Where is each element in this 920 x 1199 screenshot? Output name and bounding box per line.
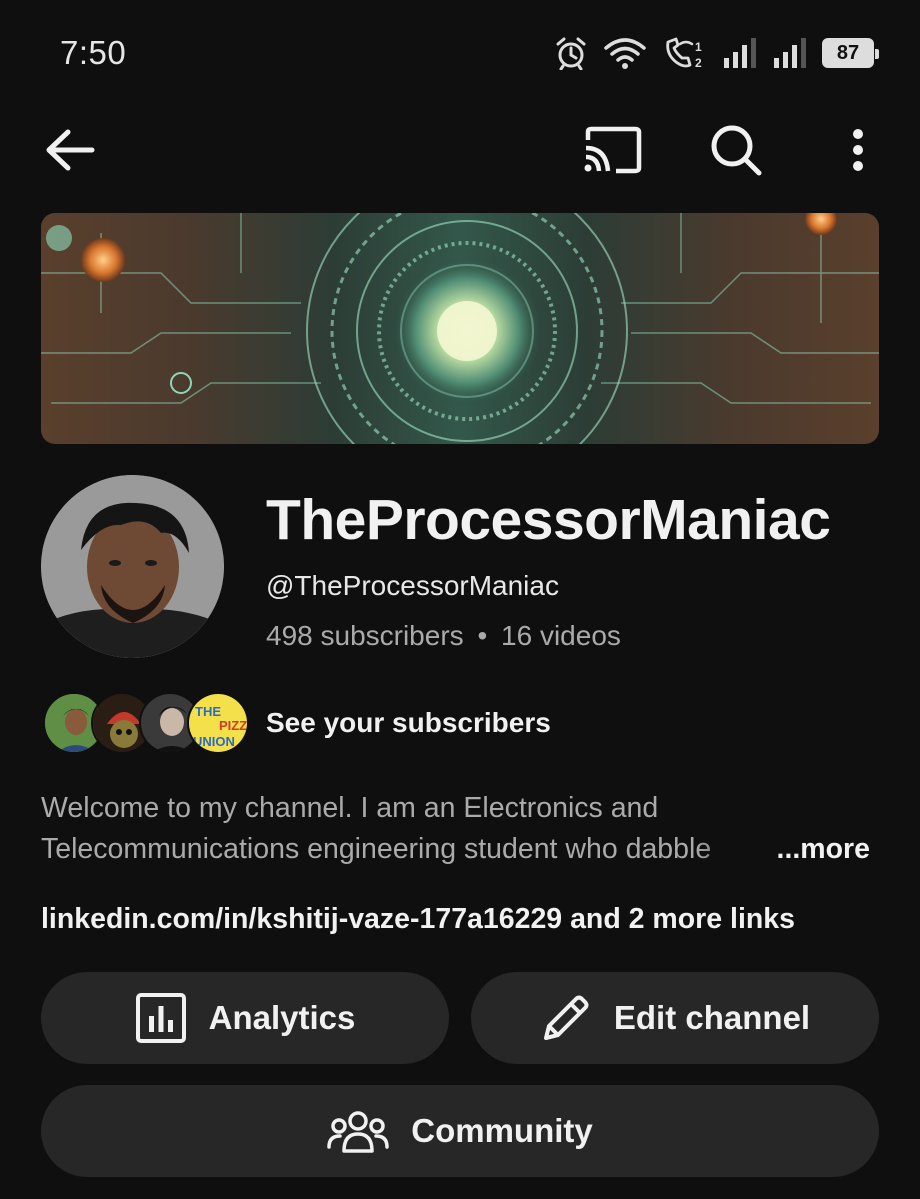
more-vert-icon	[851, 128, 865, 177]
svg-text:PIZZA: PIZZA	[219, 718, 249, 733]
channel-handle: @TheProcessorManiac	[266, 570, 559, 601]
svg-text:1: 1	[695, 40, 702, 54]
edit-channel-label: Edit channel	[613, 999, 811, 1036]
channel-links[interactable]: linkedin.com/in/kshitij-vaze-177a16229 a…	[41, 903, 795, 936]
channel-stats: 498 subscribers • 16 videos	[266, 620, 621, 652]
channel-avatar[interactable]	[41, 475, 224, 658]
svg-text:UNION: UNION	[193, 734, 235, 749]
people-icon	[327, 1107, 389, 1155]
analytics-icon	[135, 992, 187, 1044]
more-options-button[interactable]	[826, 120, 890, 184]
community-label: Community	[411, 1112, 593, 1149]
arrow-back-icon	[44, 128, 96, 177]
more-link[interactable]: ...more	[772, 829, 870, 870]
description-line: Welcome to my channel. I am an Electroni…	[41, 792, 659, 824]
wifi-calling-icon: 1 2	[662, 36, 706, 70]
description-line-truncated: Telecommunications engineering student w…	[41, 829, 876, 870]
channel-banner	[41, 213, 879, 444]
svg-text:THE: THE	[195, 704, 221, 719]
pencil-icon	[540, 992, 592, 1044]
status-icons: 1 2 87	[554, 36, 879, 70]
back-button[interactable]	[38, 120, 102, 184]
subscriber-avatar: THE PIZZA UNION	[187, 692, 249, 754]
cast-icon	[582, 126, 642, 179]
channel-description[interactable]: Welcome to my channel. I am an Electroni…	[41, 788, 876, 870]
top-app-bar	[0, 118, 920, 190]
svg-text:2: 2	[695, 56, 702, 70]
stats-separator: •	[477, 620, 488, 651]
alarm-icon	[554, 36, 588, 70]
search-icon	[709, 123, 763, 182]
analytics-button[interactable]: Analytics	[41, 972, 449, 1064]
community-button[interactable]: Community	[41, 1085, 879, 1177]
channel-page: 7:50 1 2 87 TheProcessorManiac @TheProce…	[0, 0, 920, 1199]
subscriber-avatars[interactable]: THE PIZZA UNION	[43, 692, 253, 754]
wifi-icon	[604, 36, 646, 70]
analytics-label: Analytics	[208, 999, 356, 1036]
see-subscribers-link[interactable]: See your subscribers	[266, 707, 551, 739]
edit-channel-button[interactable]: Edit channel	[471, 972, 879, 1064]
video-count: 16 videos	[501, 620, 621, 651]
search-button[interactable]	[704, 120, 768, 184]
status-time: 7:50	[60, 34, 127, 71]
cast-button[interactable]	[580, 120, 644, 184]
battery-indicator: 87	[822, 38, 879, 68]
channel-title: TheProcessorManiac	[266, 488, 831, 552]
signal-sim1-icon	[722, 36, 756, 70]
description-line-text: Telecommunications engineering student w…	[41, 833, 712, 865]
status-bar: 7:50 1 2 87	[0, 0, 920, 105]
subscriber-count: 498 subscribers	[266, 620, 464, 651]
signal-sim2-icon	[772, 36, 806, 70]
